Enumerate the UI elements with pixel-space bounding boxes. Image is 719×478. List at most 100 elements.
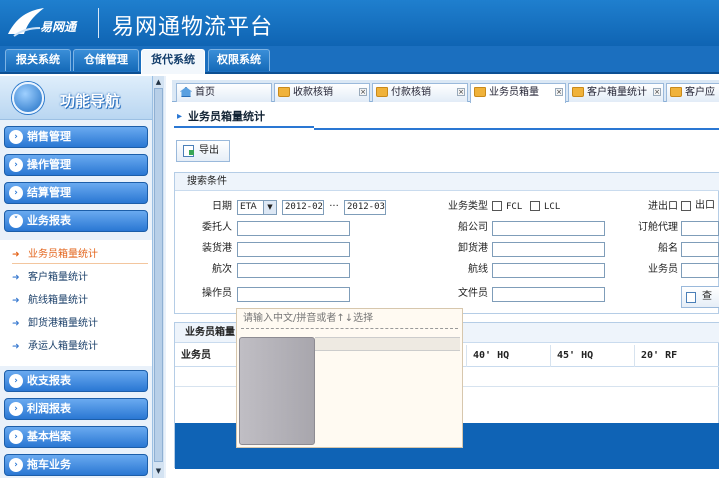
- tab-freight-system[interactable]: 货代系统: [141, 49, 205, 74]
- client-input[interactable]: [237, 221, 350, 236]
- sidebar-item-carrier-volume[interactable]: ➜ 承运人箱量统计: [12, 338, 148, 356]
- export-option-label: 出口: [695, 200, 715, 211]
- business-reports-submenu: ➜ 业务员箱量统计 ➜ 客户箱量统计 ➜ 航线箱量统计 ➜ 卸货港箱量统计 ➜ …: [0, 240, 152, 366]
- pol-input[interactable]: [237, 242, 350, 257]
- page-tab-receipt-writeoff[interactable]: 收款核销 ×: [274, 83, 370, 102]
- operator-input[interactable]: [237, 287, 350, 302]
- chevron-down-icon[interactable]: ▼: [263, 201, 276, 214]
- tab-customs-system[interactable]: 报关系统: [5, 49, 71, 71]
- biz-type-label: 业务类型: [448, 201, 488, 212]
- app-title: 易网通物流平台: [112, 15, 274, 40]
- menu-group-label: 销售管理: [27, 130, 71, 143]
- booking-agent-input[interactable]: [681, 221, 719, 236]
- query-button[interactable]: 查询: [681, 286, 719, 308]
- date-range-separator: ···: [329, 201, 339, 212]
- export-checkbox[interactable]: [681, 201, 691, 211]
- compass-icon: [12, 82, 44, 114]
- voyage-input[interactable]: [237, 263, 350, 278]
- scroll-up-icon[interactable]: ▲: [154, 77, 163, 87]
- page-tab-label: 客户应: [685, 87, 715, 98]
- menu-group-label: 操作管理: [27, 158, 71, 171]
- menu-group-operations[interactable]: › 操作管理: [4, 154, 148, 176]
- chevron-right-icon: ›: [9, 186, 23, 200]
- page-tab-home[interactable]: 首页: [176, 83, 272, 102]
- page-tab-label: 收款核销: [293, 87, 333, 98]
- menu-group-master-data[interactable]: › 基本档案: [4, 426, 148, 448]
- route-input[interactable]: [492, 263, 605, 278]
- menu-group-label: 收支报表: [27, 374, 71, 387]
- menu-group-settlement[interactable]: › 结算管理: [4, 182, 148, 204]
- voyage-label: 航次: [212, 264, 232, 275]
- sidebar-item-salesman-volume[interactable]: ➜ 业务员箱量统计: [12, 246, 148, 264]
- doc-clerk-input[interactable]: [492, 287, 605, 302]
- page-tab-label: 业务员箱量: [489, 87, 539, 98]
- tab-warehouse-management[interactable]: 仓储管理: [73, 49, 139, 71]
- salesman-label: 业务员: [648, 264, 678, 275]
- tab-permission-system[interactable]: 权限系统: [208, 49, 270, 71]
- app-logo: 易网通: [6, 4, 90, 40]
- date-to-input[interactable]: 2012-03: [344, 200, 386, 215]
- menu-group-business-reports[interactable]: ˅ 业务报表: [4, 210, 148, 232]
- vessel-input[interactable]: [681, 242, 719, 257]
- folder-icon: [278, 87, 290, 97]
- date-label: 日期: [212, 201, 232, 212]
- arrow-right-icon: ➜: [12, 250, 20, 260]
- sidebar-item-customer-volume[interactable]: ➜ 客户箱量统计: [12, 269, 148, 287]
- carrier-input[interactable]: [492, 221, 605, 236]
- folder-icon: [670, 87, 682, 97]
- fcl-label: FCL: [506, 202, 523, 212]
- menu-group-trucking[interactable]: › 拖车业务: [4, 454, 148, 476]
- chevron-right-icon: ›: [9, 374, 23, 388]
- autocomplete-list[interactable]: [239, 337, 315, 445]
- column-header-45hq[interactable]: 45' HQ: [551, 345, 635, 367]
- page-tab-customer-volume[interactable]: 客户箱量统计 ×: [568, 83, 664, 102]
- date-type-select[interactable]: ETA ▼: [237, 200, 277, 215]
- close-icon[interactable]: ×: [555, 88, 563, 96]
- menu-group-label: 基本档案: [27, 430, 71, 443]
- close-icon[interactable]: ×: [359, 88, 367, 96]
- close-icon[interactable]: ×: [653, 88, 661, 96]
- app-header: 易网通 易网通物流平台: [0, 0, 719, 46]
- date-type-value: ETA: [240, 202, 257, 212]
- date-from-input[interactable]: 2012-02: [282, 200, 324, 215]
- popup-divider: [241, 328, 458, 329]
- pod-input[interactable]: [492, 242, 605, 257]
- sidebar-header: 功能导航: [0, 76, 152, 120]
- chevron-right-icon: ›: [9, 402, 23, 416]
- page-tab-label: 付款核销: [391, 87, 431, 98]
- query-label: 查询: [702, 291, 712, 302]
- scroll-down-icon[interactable]: ▼: [154, 466, 163, 476]
- folder-icon: [376, 87, 388, 97]
- sidebar-item-label: 客户箱量统计: [28, 272, 88, 283]
- salesman-input[interactable]: [681, 263, 719, 278]
- close-icon[interactable]: ×: [457, 88, 465, 96]
- logo-text: 易网通: [40, 20, 77, 34]
- menu-group-sales[interactable]: › 销售管理: [4, 126, 148, 148]
- page-title-underline: [314, 128, 719, 130]
- column-header-20rf[interactable]: 20' RF: [635, 345, 719, 367]
- home-icon: [180, 87, 192, 97]
- page-tab-label: 客户箱量统计: [587, 87, 647, 98]
- menu-group-income-expense[interactable]: › 收支报表: [4, 370, 148, 392]
- column-header-40hq[interactable]: 40' HQ: [467, 345, 551, 367]
- sidebar-item-label: 业务员箱量统计: [28, 249, 98, 260]
- column-header-salesman[interactable]: 业务员: [175, 345, 237, 367]
- client-label: 委托人: [202, 222, 232, 233]
- fcl-checkbox[interactable]: [492, 201, 502, 211]
- sidebar-scrollbar[interactable]: ▲ ▼: [152, 76, 164, 478]
- sidebar-item-route-volume[interactable]: ➜ 航线箱量统计: [12, 292, 148, 310]
- menu-group-label: 结算管理: [27, 186, 71, 199]
- sidebar-title: 功能导航: [60, 92, 121, 110]
- autocomplete-header-bar: [315, 337, 460, 351]
- scrollbar-thumb[interactable]: [154, 88, 163, 462]
- menu-group-profit-reports[interactable]: › 利润报表: [4, 398, 148, 420]
- page-tab-customer-ar[interactable]: 客户应: [666, 83, 719, 102]
- pol-label: 装货港: [202, 243, 232, 254]
- page-tab-payment-writeoff[interactable]: 付款核销 ×: [372, 83, 468, 102]
- search-icon: [686, 292, 696, 303]
- export-button[interactable]: 导出: [176, 140, 230, 162]
- page-tabbar: 首页 收款核销 × 付款核销 × 业务员箱量 × 客户箱量统计 × 客户应: [172, 80, 719, 103]
- lcl-checkbox[interactable]: [530, 201, 540, 211]
- page-tab-salesman-volume[interactable]: 业务员箱量 ×: [470, 83, 566, 103]
- sidebar-item-pod-volume[interactable]: ➜ 卸货港箱量统计: [12, 315, 148, 333]
